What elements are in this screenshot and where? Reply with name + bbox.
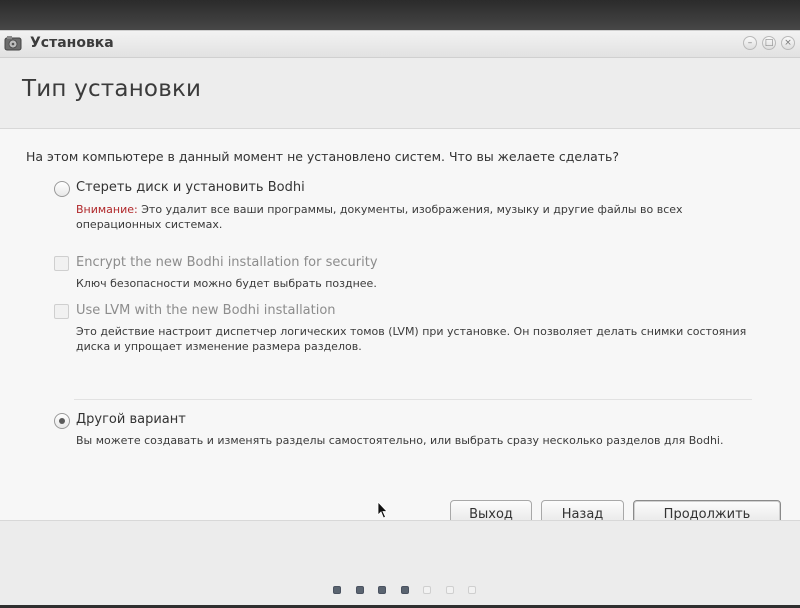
option-lvm-description: Это действие настроит диспетчер логическ… — [76, 325, 747, 353]
radio-erase-disk[interactable] — [54, 181, 70, 197]
installation-type-panel: На этом компьютере в данный момент не ус… — [0, 129, 800, 527]
question-text: На этом компьютере в данный момент не ус… — [26, 149, 620, 164]
progress-step-dot — [355, 586, 364, 594]
checkbox-lvm — [54, 304, 69, 319]
page-header: Тип установки — [0, 58, 800, 129]
warning-text: Это удалит все ваши программы, документы… — [76, 203, 683, 231]
desktop-top-panel — [0, 0, 800, 30]
option-something-else-description: Вы можете создавать и изменять разделы с… — [76, 434, 724, 447]
radio-something-else[interactable] — [54, 413, 70, 429]
options-divider — [74, 399, 752, 400]
option-erase-disk-description: Внимание: Это удалит все ваши программы,… — [76, 202, 756, 232]
progress-step-dot — [333, 586, 341, 594]
progress-step-dot — [468, 586, 476, 594]
progress-step-dot — [400, 586, 409, 594]
option-encrypt-description: Ключ безопасности можно будет выбрать по… — [76, 277, 377, 290]
option-encrypt-label: Encrypt the new Bodhi installation for s… — [76, 255, 378, 270]
page-title: Тип установки — [22, 76, 202, 102]
title-bar[interactable]: Установка – □ × — [0, 31, 800, 58]
progress-step-dot — [378, 586, 386, 594]
progress-step-dot — [445, 586, 454, 594]
checkbox-encrypt — [54, 256, 69, 271]
maximize-icon[interactable]: □ — [762, 36, 776, 50]
option-lvm-label: Use LVM with the new Bodhi installation — [76, 303, 336, 318]
footer — [0, 520, 800, 607]
minimize-icon[interactable]: – — [743, 36, 757, 50]
close-icon[interactable]: × — [781, 36, 795, 50]
mouse-cursor-icon — [377, 501, 388, 519]
disk-install-icon — [4, 36, 22, 51]
option-erase-disk-label[interactable]: Стереть диск и установить Bodhi — [76, 180, 305, 195]
option-something-else-label[interactable]: Другой вариант — [76, 412, 186, 427]
warning-label: Внимание: — [76, 203, 138, 216]
installer-window: Установка – □ × Тип установки На этом ко… — [0, 30, 800, 607]
window-title: Установка — [30, 35, 114, 51]
progress-step-dot — [423, 586, 431, 594]
